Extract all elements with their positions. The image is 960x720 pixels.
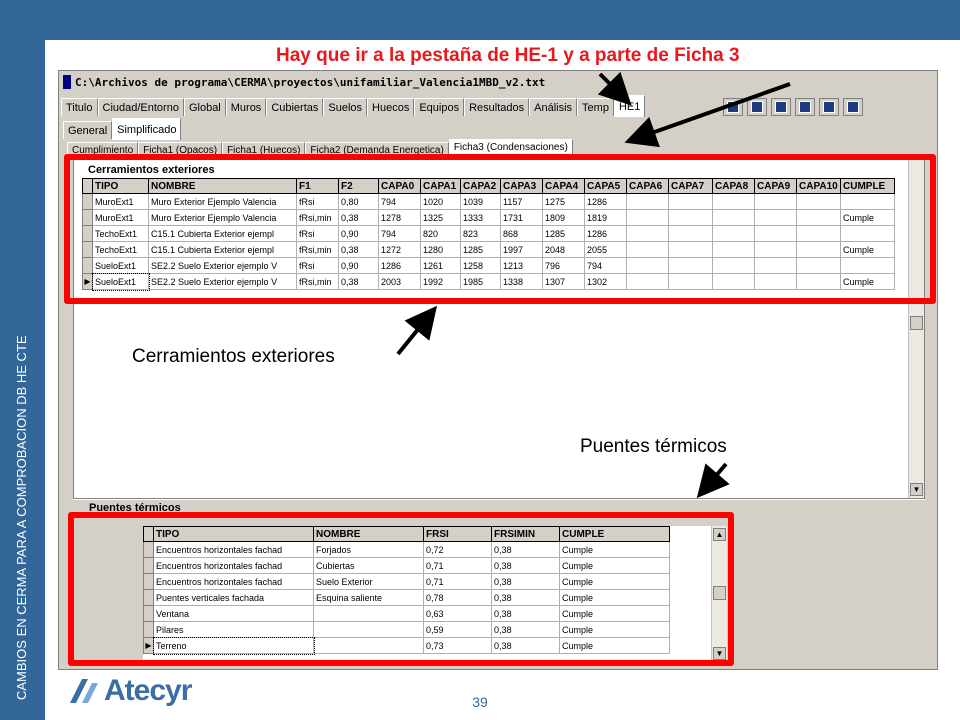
slide-top-bar xyxy=(0,0,960,40)
tab-he1[interactable]: HE1 xyxy=(613,95,646,117)
highlight-box-cerramientos xyxy=(64,154,936,304)
tab-muros[interactable]: Muros xyxy=(225,98,267,116)
tab-an-lisis[interactable]: Análisis xyxy=(529,98,578,116)
atecyr-logo: Atecyr xyxy=(68,674,192,708)
slide-side-text: CAMBIOS EN CERMA PARA A COMPROBACION DB … xyxy=(14,335,29,700)
scroll-thumb[interactable] xyxy=(910,316,923,330)
window-title: C:\Archivos de programa\CERMA\proyectos\… xyxy=(75,75,546,89)
document-icon xyxy=(751,101,763,113)
toolbar-button-4[interactable] xyxy=(795,98,815,116)
copy-icon xyxy=(823,101,835,113)
atecyr-logo-mark xyxy=(68,677,100,705)
tab-global[interactable]: Global xyxy=(183,98,226,116)
tab-resultados[interactable]: Resultados xyxy=(464,98,530,116)
toolbar xyxy=(723,98,863,116)
tab-cubiertas[interactable]: Cubiertas xyxy=(266,98,324,116)
main-tab-bar: Titulo Ciudad/Entorno Global Muros Cubiertas… xyxy=(61,95,646,118)
window-titlebar: C:\Archivos de programa\CERMA\proyectos\… xyxy=(59,71,937,93)
scroll-down-icon[interactable]: ▼ xyxy=(910,483,923,496)
sub-tab-bar: General Simplificado xyxy=(63,118,182,140)
subtab-simplificado[interactable]: Simplificado xyxy=(112,118,182,140)
print-icon xyxy=(847,101,859,113)
toolbar-button-1[interactable] xyxy=(723,98,743,116)
tab-equipos[interactable]: Equipos xyxy=(414,98,465,116)
page-number: 39 xyxy=(472,694,488,710)
document-icon xyxy=(727,101,739,113)
tab-ciudad-entorno[interactable]: Ciudad/Entorno xyxy=(97,98,184,116)
subtab-general[interactable]: General xyxy=(63,121,113,139)
highlight-box-puentes xyxy=(68,512,734,666)
toolbar-button-6[interactable] xyxy=(843,98,863,116)
callout-puentes: Puentes térmicos xyxy=(580,436,727,457)
tab-temp[interactable]: Temp xyxy=(577,98,614,116)
callout-cerramientos: Cerramientos exteriores xyxy=(132,346,335,367)
ficha-tab-ficha3-condensaciones[interactable]: Ficha3 (Condensaciones) xyxy=(448,139,573,155)
app-icon xyxy=(63,75,71,89)
tab-huecos[interactable]: Huecos xyxy=(367,98,415,116)
toolbar-button-2[interactable] xyxy=(747,98,767,116)
slide-headline: Hay que ir a la pestaña de HE-1 y a part… xyxy=(276,45,740,66)
window-icon xyxy=(775,101,787,113)
toolbar-button-5[interactable] xyxy=(819,98,839,116)
save-icon xyxy=(799,101,811,113)
atecyr-logo-text: Atecyr xyxy=(104,674,192,707)
tab-suelos[interactable]: Suelos xyxy=(323,98,368,116)
tab-titulo[interactable]: Titulo xyxy=(61,98,98,116)
toolbar-button-3[interactable] xyxy=(771,98,791,116)
